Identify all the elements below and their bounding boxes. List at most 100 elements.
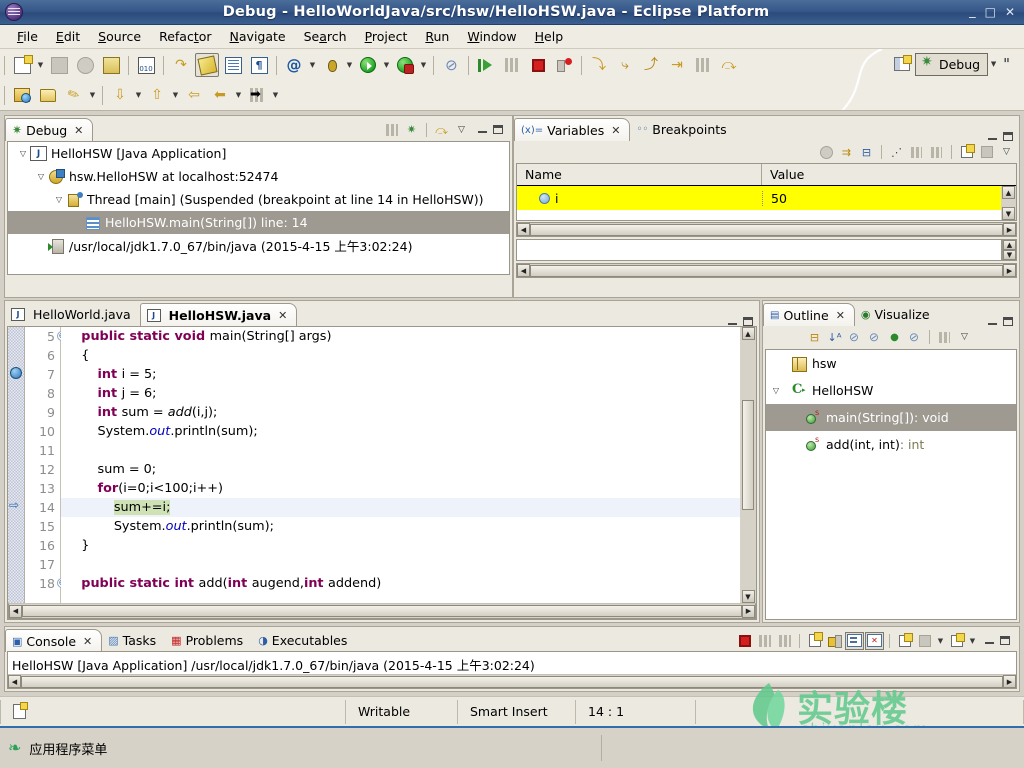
minimize-button[interactable]: _ bbox=[969, 5, 976, 18]
tab-problems[interactable]: ▦ Problems bbox=[165, 629, 252, 652]
step-into-button[interactable]: ⤵ bbox=[587, 53, 611, 77]
variables-horizontal-scrollbar[interactable]: ◀ ▶ bbox=[516, 222, 1017, 237]
open-declaration-button[interactable]: ↷ bbox=[169, 53, 193, 77]
filter-icon[interactable] bbox=[935, 328, 954, 346]
close-icon[interactable]: ✕ bbox=[74, 124, 83, 137]
menu-search[interactable]: Search bbox=[295, 27, 356, 46]
menu-refactor[interactable]: Refactor bbox=[150, 27, 220, 46]
search-dropdown[interactable]: ▼ bbox=[87, 83, 98, 107]
editor-main[interactable]: ⇨ 5⊖ 6 7 8 9 10 11 12 13 14 15 16 17 18⊖ bbox=[8, 327, 756, 603]
scroll-thumb[interactable] bbox=[530, 223, 1003, 236]
annotation-button[interactable]: @ bbox=[282, 53, 306, 77]
back-dropdown[interactable]: ▼ bbox=[233, 83, 244, 107]
twisty-icon[interactable]: ▽ bbox=[52, 195, 66, 204]
scroll-thumb[interactable] bbox=[530, 264, 1003, 277]
scroll-left-arrow[interactable]: ◀ bbox=[9, 604, 22, 618]
tab-variables[interactable]: (x)= Variables ✕ bbox=[514, 118, 631, 141]
twisty-icon[interactable]: ▽ bbox=[16, 149, 30, 158]
menu-window[interactable]: Window bbox=[458, 27, 525, 46]
save-button[interactable] bbox=[99, 53, 123, 77]
search-button[interactable]: ✎ bbox=[62, 83, 86, 107]
maximize-view-icon[interactable] bbox=[1000, 636, 1010, 645]
annotation-ruler[interactable]: ⇨ bbox=[8, 327, 25, 603]
scroll-down-arrow[interactable]: ▼ bbox=[1002, 207, 1015, 220]
perspective-debug-button[interactable]: Debug bbox=[914, 52, 989, 76]
edit-watch-icon[interactable] bbox=[977, 143, 996, 161]
maximize-button[interactable]: □ bbox=[985, 6, 996, 18]
console-dropdown-1[interactable]: ▼ bbox=[935, 629, 946, 653]
tab-visualize[interactable]: ◉ Visualize bbox=[855, 303, 939, 326]
editor-horizontal-scrollbar[interactable]: ◀ ▶ bbox=[8, 603, 756, 619]
new-wizard-dropdown[interactable]: ▼ bbox=[35, 53, 46, 77]
close-icon[interactable]: ✕ bbox=[278, 309, 287, 322]
tab-hellohsw-java[interactable]: J HelloHSW.java ✕ bbox=[139, 303, 298, 326]
tab-breakpoints[interactable]: ◦◦ Breakpoints bbox=[630, 118, 735, 141]
screenshot-button[interactable] bbox=[73, 53, 97, 77]
view-menu-dropdown-icon[interactable]: ▽ bbox=[955, 328, 974, 346]
last-edit-location-button[interactable]: ⇦ bbox=[182, 83, 206, 107]
variable-detail-pane[interactable] bbox=[516, 239, 1002, 261]
scroll-up-arrow[interactable]: ▲ bbox=[741, 327, 755, 340]
forward-button[interactable]: ➡ bbox=[245, 83, 269, 107]
scroll-up-arrow[interactable]: ▲ bbox=[1003, 240, 1016, 250]
disconnect-button[interactable] bbox=[552, 53, 576, 77]
new-console-view-icon[interactable] bbox=[947, 632, 966, 650]
outline-row[interactable]: s add(int, int) : int bbox=[766, 431, 1016, 458]
debug-tree[interactable]: ▽ J HelloHSW [Java Application] ▽ hsw.He… bbox=[7, 141, 510, 275]
tab-helloworld-java[interactable]: J HelloWorld.java bbox=[5, 303, 140, 326]
breakpoint-marker[interactable] bbox=[10, 367, 22, 379]
scroll-left-arrow[interactable]: ◀ bbox=[8, 675, 21, 688]
pin-console-icon[interactable] bbox=[845, 631, 864, 650]
tab-debug[interactable]: ✷ Debug ✕ bbox=[5, 118, 94, 141]
open-perspective-button[interactable] bbox=[890, 52, 914, 76]
maximize-editor-icon[interactable] bbox=[743, 317, 753, 326]
show-whitespace-button[interactable]: ¶ bbox=[247, 53, 271, 77]
show-type-names-icon[interactable] bbox=[817, 143, 836, 161]
maximize-view-icon[interactable] bbox=[1003, 317, 1013, 326]
scroll-thumb[interactable] bbox=[21, 675, 1003, 688]
variable-row[interactable]: i 50 bbox=[517, 186, 1001, 210]
open-type-button[interactable] bbox=[36, 83, 60, 107]
use-step-filters-button[interactable] bbox=[691, 53, 715, 77]
tree-row[interactable]: /usr/local/jdk1.7.0_67/bin/java (2015-4-… bbox=[8, 234, 509, 257]
outline-row[interactable]: ▽ HelloHSW bbox=[766, 377, 1016, 404]
remove-all-launches-icon[interactable] bbox=[775, 632, 794, 650]
menu-run[interactable]: Run bbox=[416, 27, 458, 46]
skip-breakpoints-button[interactable]: ⊘ bbox=[439, 53, 463, 77]
hide-local-types-icon[interactable]: ⊘ bbox=[905, 328, 924, 346]
scroll-thumb[interactable] bbox=[742, 400, 754, 510]
relaunch-icon[interactable]: ✷ bbox=[402, 121, 421, 139]
new-wizard-button[interactable] bbox=[10, 53, 34, 77]
display-selected-console-icon[interactable]: ✕ bbox=[865, 631, 884, 650]
tree-row[interactable]: ▽ Thread [main] (Suspended (breakpoint a… bbox=[8, 188, 509, 211]
scroll-down-arrow[interactable]: ▼ bbox=[1003, 250, 1016, 260]
scroll-right-arrow[interactable]: ▶ bbox=[742, 604, 755, 618]
collapse-all-icon[interactable]: ⊟ bbox=[857, 143, 876, 161]
pin-icon[interactable] bbox=[915, 632, 934, 650]
tab-executables[interactable]: ◑ Executables bbox=[252, 629, 356, 652]
step-over-button[interactable]: ⤷ bbox=[613, 53, 637, 77]
close-icon[interactable]: ✕ bbox=[611, 124, 620, 137]
minimize-view-icon[interactable] bbox=[988, 133, 997, 140]
external-tools-dropdown[interactable]: ▼ bbox=[418, 53, 429, 77]
menu-project[interactable]: Project bbox=[356, 27, 417, 46]
tab-tasks[interactable]: ▨ Tasks bbox=[102, 629, 165, 652]
new-java-package-button[interactable] bbox=[10, 83, 34, 107]
console-horizontal-scrollbar[interactable]: ◀ ▶ bbox=[8, 674, 1016, 688]
tab-outline[interactable]: ▤ Outline ✕ bbox=[763, 303, 855, 326]
scroll-left-arrow[interactable]: ◀ bbox=[517, 264, 530, 277]
tree-row[interactable]: ▽ hsw.HelloHSW at localhost:52474 bbox=[8, 165, 509, 188]
perspective-dropdown[interactable]: ▼ bbox=[988, 52, 999, 76]
scroll-lock-icon[interactable] bbox=[825, 632, 844, 650]
detail-horizontal-scrollbar[interactable]: ◀ ▶ bbox=[516, 263, 1017, 278]
minimize-view-icon[interactable] bbox=[985, 637, 994, 644]
previous-annotation-button[interactable]: ⇧ bbox=[145, 83, 169, 107]
hide-static-icon[interactable]: ⊘ bbox=[865, 328, 884, 346]
forward-dropdown[interactable]: ▼ bbox=[270, 83, 281, 107]
twisty-icon[interactable]: ▽ bbox=[34, 172, 48, 181]
menu-file[interactable]: File bbox=[8, 27, 47, 46]
resume-button[interactable] bbox=[474, 53, 498, 77]
variables-vertical-scrollbar[interactable]: ▲ ▼ bbox=[1001, 186, 1016, 220]
collapse-all-icon[interactable]: ⊟ bbox=[805, 328, 824, 346]
scroll-down-arrow[interactable]: ▼ bbox=[741, 590, 755, 603]
